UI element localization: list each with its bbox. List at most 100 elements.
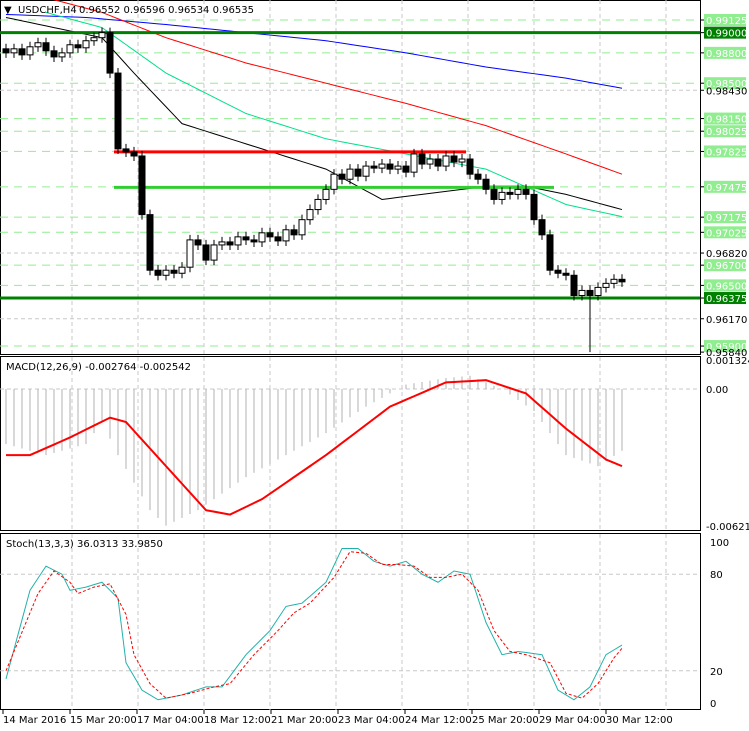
candle-body xyxy=(458,158,466,163)
candle xyxy=(378,159,386,174)
candle-body xyxy=(346,168,354,180)
candle-body xyxy=(370,165,378,169)
candle xyxy=(426,153,434,170)
candle-body xyxy=(322,188,330,200)
candle xyxy=(434,153,442,172)
price-axis-label: 0.96700 xyxy=(706,261,747,272)
stoch-axis-label: 80 xyxy=(710,570,723,581)
candle xyxy=(250,234,258,247)
candle xyxy=(154,265,162,281)
candle-body xyxy=(258,232,266,243)
price-axis-label: 0.96170 xyxy=(706,315,747,326)
candle-body xyxy=(74,44,82,49)
candle-body xyxy=(106,32,114,74)
candle-body xyxy=(530,193,538,221)
candle-body xyxy=(546,234,554,271)
candle xyxy=(306,204,314,225)
candle xyxy=(586,285,594,353)
candle xyxy=(26,41,34,60)
macd-axis-label: 0.001324 xyxy=(706,356,749,367)
candle xyxy=(562,268,570,281)
candle xyxy=(90,32,98,46)
chart-canvas[interactable]: 0.991250.990000.988000.985000.984300.981… xyxy=(0,0,749,731)
candle-body xyxy=(274,236,282,242)
candle-body xyxy=(194,239,202,246)
candle-body xyxy=(162,269,170,276)
price-axis-label: 0.98800 xyxy=(706,49,747,60)
candle xyxy=(2,43,10,58)
price-axis-label: 0.96500 xyxy=(706,281,747,292)
candle xyxy=(282,224,290,246)
stoch-main-line xyxy=(5,547,623,701)
time-axis-label: 15 Mar 20:00 xyxy=(70,715,137,726)
candle-body xyxy=(394,165,402,170)
candle-body xyxy=(10,48,18,54)
candle-body xyxy=(178,266,186,274)
candle xyxy=(530,189,538,225)
time-axis-label: 14 Mar 2016 xyxy=(3,715,66,726)
candle xyxy=(242,231,250,245)
chart-window[interactable]: 0.99125 0.99000 0.98800 0.98500 0.98430 0.981… xyxy=(0,0,749,731)
candle-body xyxy=(130,151,138,157)
candle xyxy=(194,234,202,251)
candle-body xyxy=(122,148,130,153)
candle xyxy=(298,214,306,240)
candle-body xyxy=(610,278,618,284)
candle-body xyxy=(594,286,602,296)
time-axis-label: 24 Mar 12:00 xyxy=(405,715,472,726)
candle xyxy=(130,146,138,162)
symbol-label: USDCHF,H4 xyxy=(18,5,77,16)
candle xyxy=(234,231,242,251)
candle-body xyxy=(242,236,250,241)
candle-body xyxy=(442,155,450,167)
candle-body xyxy=(202,244,210,261)
candle-body xyxy=(330,173,338,190)
candle xyxy=(554,265,562,279)
candle-body xyxy=(18,48,26,56)
candle xyxy=(570,270,578,301)
candle xyxy=(34,37,42,52)
time-axis-label: 21 Mar 20:00 xyxy=(271,715,338,726)
candle xyxy=(18,43,26,60)
stoch-label: Stoch(13,3,3) 36.0313 33.9850 xyxy=(6,539,163,550)
candle xyxy=(546,229,554,276)
macd-label: MACD(12,26,9) -0.002764 -0.002542 xyxy=(6,362,191,373)
candle xyxy=(394,161,402,175)
candle-body xyxy=(58,52,66,58)
candle xyxy=(402,161,410,178)
moving-average-black xyxy=(5,16,623,211)
candle xyxy=(170,265,178,279)
candle-body xyxy=(114,72,122,150)
candle-body xyxy=(66,44,74,54)
time-axis-label: 25 Mar 20:00 xyxy=(472,715,539,726)
price-axis-label: 0.98150 xyxy=(706,115,747,126)
candle xyxy=(506,187,514,200)
candle-body xyxy=(146,214,154,271)
candle-body xyxy=(498,191,506,200)
candle xyxy=(370,161,378,174)
ohlc-readout: 0.96552 0.96596 0.96534 0.96535 xyxy=(79,5,254,16)
candle xyxy=(114,68,122,154)
candle-body xyxy=(522,188,530,195)
candle xyxy=(482,174,490,195)
candle-body xyxy=(266,232,274,238)
candle-body xyxy=(402,165,410,173)
candle-body xyxy=(490,188,498,200)
candle-body xyxy=(466,158,474,175)
moving-average-blue xyxy=(5,13,623,89)
candle xyxy=(74,39,82,53)
candle xyxy=(258,227,266,247)
candle-body xyxy=(586,289,594,296)
candle xyxy=(50,45,58,62)
candle xyxy=(538,214,546,240)
candle-body xyxy=(298,219,306,236)
price-axis-label: 0.98025 xyxy=(706,127,747,138)
candle xyxy=(602,278,610,293)
stoch-axis-label: 100 xyxy=(710,538,729,549)
candle xyxy=(106,27,114,79)
candle-body xyxy=(218,241,226,246)
macd-signal-line xyxy=(6,379,623,516)
candle xyxy=(58,47,66,62)
candle xyxy=(226,236,234,251)
candle-body xyxy=(410,153,418,173)
